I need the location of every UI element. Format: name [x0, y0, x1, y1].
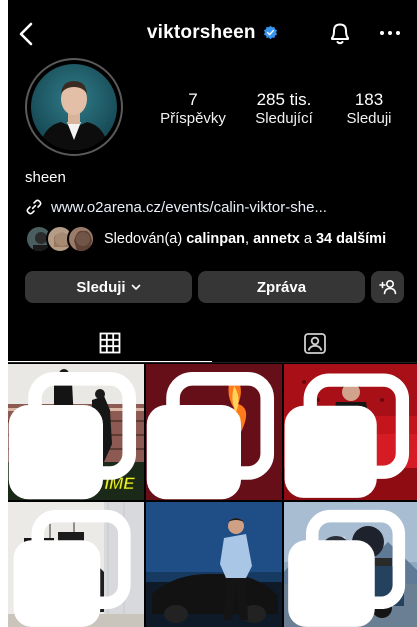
carousel-icon [13, 509, 131, 627]
grid-icon [99, 332, 121, 353]
more-options-button[interactable] [378, 26, 402, 40]
following-label: Sleduji [76, 278, 126, 296]
post-tile-3[interactable] [284, 364, 417, 500]
mutual-avatar-3 [67, 225, 95, 253]
carousel-icon [284, 373, 410, 498]
post-tile-1[interactable]: DOUBLE TIME [8, 364, 144, 500]
profile-tabs [8, 322, 417, 363]
mutual-others[interactable]: 34 dalšími [316, 231, 386, 247]
verified-badge-icon [264, 25, 278, 39]
message-button[interactable]: Zpráva [198, 271, 365, 303]
post-tile-4[interactable] [8, 502, 144, 627]
username: viktorsheen [146, 22, 256, 43]
profile-screen: viktorsheen 7 Příspěvky 285 tis. Sledují… [8, 0, 417, 627]
tab-posts-grid[interactable] [8, 322, 212, 363]
stat-value: 183 [354, 90, 384, 109]
more-horizontal-icon [380, 31, 400, 35]
profile-link[interactable]: www.o2arena.cz/events/calin-viktor-she..… [25, 197, 327, 217]
display-name: sheen [25, 169, 66, 186]
carousel-icon [8, 371, 137, 500]
username-title: viktorsheen [8, 22, 417, 44]
stat-label: Sleduji [346, 110, 392, 127]
stat-followers[interactable]: 285 tis. Sledující [242, 90, 326, 128]
mutual-avatars [25, 225, 97, 253]
suggested-users-button[interactable] [371, 271, 404, 303]
mutual-user-2[interactable]: annetx [253, 231, 300, 247]
post-image [146, 502, 282, 627]
posts-grid: DOUBLE TIME [8, 364, 417, 627]
carousel-icon [146, 371, 275, 500]
add-person-icon [378, 279, 396, 295]
stat-value: 285 tis. [256, 90, 312, 109]
chevron-down-icon [131, 284, 140, 290]
link-icon [26, 199, 42, 215]
profile-link-text: www.o2arena.cz/events/calin-viktor-she..… [51, 198, 327, 216]
post-tile-5[interactable] [146, 502, 282, 627]
tagged-person-icon [304, 332, 326, 354]
message-label: Zpráva [256, 278, 307, 296]
profile-stats: 7 Příspěvky 285 tis. Sledující 183 Sledu… [158, 90, 408, 130]
followed-by-text: Sledován(a) calinpan, annetx a 34 dalším… [104, 231, 387, 247]
stat-label: Sledující [255, 110, 313, 127]
avatar-photo [39, 81, 109, 150]
avatar [31, 64, 117, 150]
post-tile-2[interactable] [146, 364, 282, 500]
notifications-button[interactable] [328, 20, 352, 46]
stat-following[interactable]: 183 Sleduji [340, 90, 398, 128]
stat-label: Příspěvky [160, 110, 226, 127]
carousel-icon [288, 509, 406, 627]
profile-avatar[interactable] [25, 58, 123, 156]
bell-icon [331, 23, 349, 45]
followed-by[interactable]: Sledován(a) calinpan, annetx a 34 dalším… [25, 225, 386, 253]
stat-posts[interactable]: 7 Příspěvky [158, 90, 228, 128]
mutual-user-1[interactable]: calinpan [186, 231, 245, 247]
tab-tagged[interactable] [213, 322, 417, 363]
post-tile-6[interactable] [284, 502, 417, 627]
stat-value: 7 [188, 90, 198, 109]
tabs-divider [8, 362, 417, 363]
following-button[interactable]: Sleduji [25, 271, 192, 303]
